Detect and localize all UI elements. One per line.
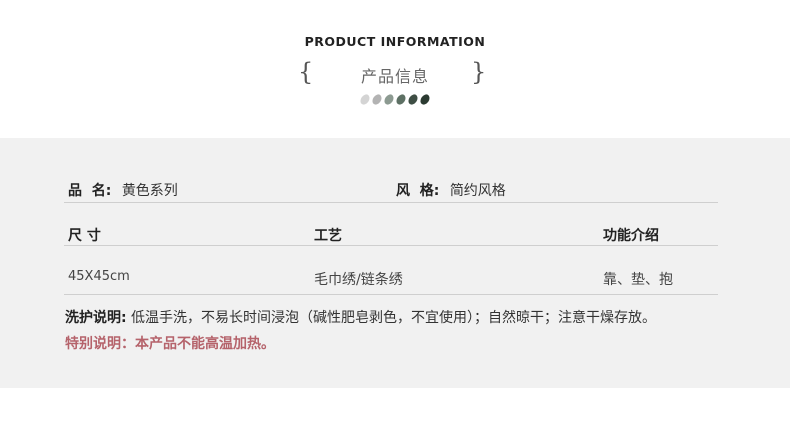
dot-icon	[394, 92, 408, 107]
craft-value: 毛巾绣/链条绣	[314, 272, 403, 288]
right-brace: }	[471, 58, 487, 86]
style-label: 风 格:	[396, 183, 440, 199]
column-header-craft: 工艺	[314, 228, 342, 244]
special-note: 特别说明：本产品不能高温加热。	[65, 336, 275, 352]
divider	[64, 202, 718, 203]
divider	[64, 294, 718, 295]
care-text: 低温手洗，不易长时间浸泡（碱性肥皂剥色，不宜使用）；自然晾干；注意干燥存放。	[126, 310, 657, 326]
header-title-en: PRODUCT INFORMATION	[304, 34, 486, 49]
style-value: 简约风格	[449, 183, 506, 199]
dot-icon	[358, 92, 372, 107]
function-value: 靠、垫、抱	[603, 272, 673, 288]
care-label: 洗护说明:	[65, 310, 127, 326]
style-field: 风 格: 简约风格	[396, 180, 506, 200]
dot-icon	[382, 92, 396, 107]
divider	[64, 245, 718, 246]
name-value: 黄色系列	[121, 183, 178, 199]
name-label: 品 名:	[68, 183, 112, 199]
dot-icon	[418, 92, 432, 107]
info-panel: 品 名: 黄色系列 风 格: 简约风格 尺 寸 工艺 功能介绍 45X45cm …	[0, 138, 790, 388]
care-instructions: 洗护说明: 低温手洗，不易长时间浸泡（碱性肥皂剥色，不宜使用）；自然晾干；注意干…	[65, 307, 656, 327]
dot-icon	[406, 92, 420, 107]
dot-icon	[370, 92, 384, 107]
column-header-function: 功能介绍	[603, 228, 659, 244]
header-title-cn: 产品信息	[360, 67, 429, 86]
column-header-size: 尺 寸	[68, 228, 101, 244]
size-value: 45X45cm	[68, 269, 130, 284]
name-field: 品 名: 黄色系列	[68, 180, 178, 200]
